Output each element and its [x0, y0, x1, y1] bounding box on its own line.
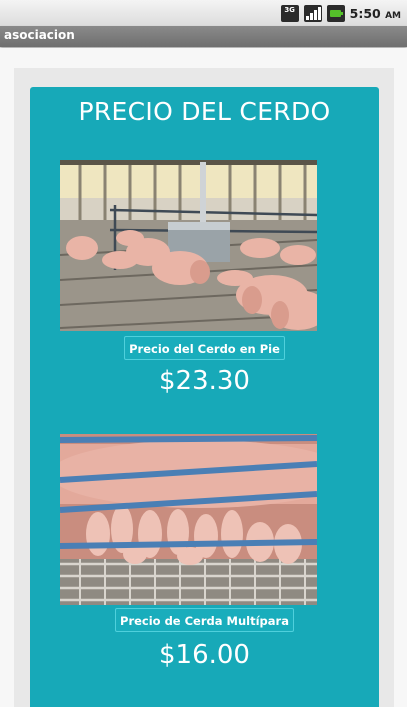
clock: 5:50 AM	[350, 6, 401, 21]
pig-price-label[interactable]: Precio del Cerdo en Pie	[124, 336, 285, 360]
sow-piglets-photo	[60, 434, 317, 605]
network-label: 3G	[284, 5, 295, 14]
card-heading: PRECIO DEL CERDO	[78, 97, 331, 126]
clock-time: 5:50	[349, 5, 381, 21]
pig-price-value: $23.30	[159, 366, 250, 396]
pigs-pen-photo	[60, 160, 317, 331]
app-title-bar: asociacion	[0, 26, 407, 47]
sow-price-value: $16.00	[159, 640, 250, 670]
status-bar: 3G 5:50 AM	[0, 0, 407, 26]
clock-suffix: AM	[385, 10, 401, 21]
battery-icon	[326, 4, 345, 22]
status-icons: 3G 5:50 AM	[280, 4, 401, 22]
app-title: asociacion	[4, 28, 75, 42]
signal-strength-icon	[303, 4, 322, 22]
sow-price-label[interactable]: Precio de Cerda Multípara	[115, 608, 294, 632]
network-3g-icon: 3G	[280, 4, 299, 22]
